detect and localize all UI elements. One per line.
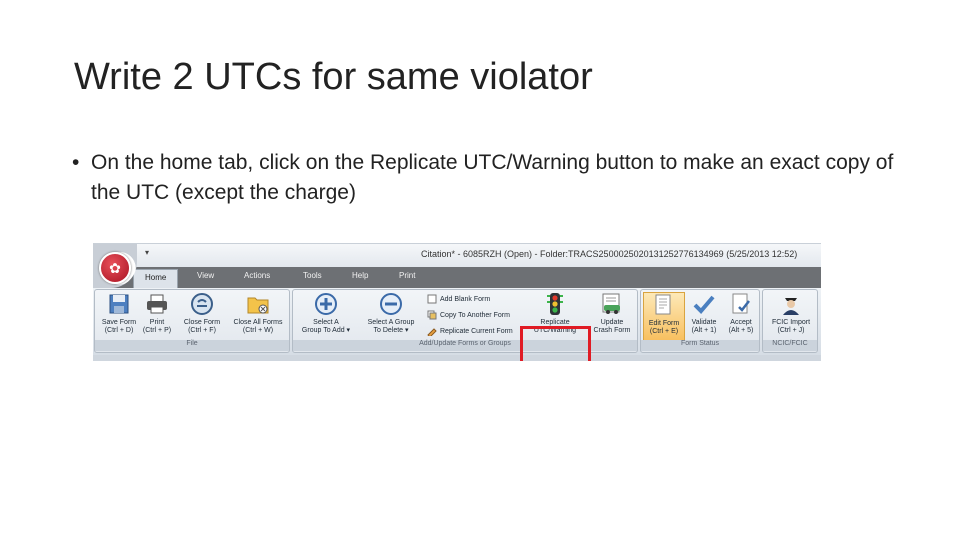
replicate-current-form-label: Replicate Current Form (440, 327, 513, 335)
replicate-label: Replicate (540, 319, 570, 326)
printer-icon (147, 294, 167, 314)
bullet-text: On the home tab, click on the Replicate … (91, 151, 894, 204)
accept-form-icon (732, 293, 750, 314)
validate-check-icon (693, 295, 715, 314)
update-crash-form-button[interactable]: Update Crash Form (587, 292, 637, 335)
close-form-button[interactable]: Close Form (Ctrl + F) (179, 292, 225, 335)
app-screenshot: ▾ Citation* - 6085RZH (Open) - Folder:TR… (93, 243, 821, 361)
fcic-import-shortcut: (Ctrl + J) (777, 327, 805, 334)
validate-shortcut: (Alt + 1) (691, 327, 717, 334)
blank-form-icon (427, 294, 437, 304)
save-form-label: Save Form (101, 319, 137, 326)
close-all-forms-shortcut: (Ctrl + W) (242, 327, 274, 334)
tab-view[interactable]: View (197, 271, 214, 280)
form-status-group-label: Form Status (641, 340, 759, 351)
replicate-current-form-button[interactable]: Replicate Current Form (427, 326, 513, 336)
tab-tools[interactable]: Tools (303, 271, 322, 280)
title-bar: ▾ Citation* - 6085RZH (Open) - Folder:TR… (93, 244, 821, 267)
add-circle-icon (315, 293, 337, 315)
update-sublabel: Crash Form (593, 327, 631, 334)
add-blank-form-button[interactable]: Add Blank Form (427, 294, 490, 304)
print-shortcut: (Ctrl + P) (142, 327, 172, 334)
bullet-marker: • (72, 151, 80, 174)
select-group-to-add-sublabel: Group To Add ▾ (301, 327, 351, 334)
close-all-forms-label: Close All Forms (233, 319, 283, 326)
officer-icon (783, 298, 799, 315)
select-group-to-add-button[interactable]: Select A Group To Add ▾ (295, 292, 357, 335)
accept-shortcut: (Alt + 5) (728, 327, 754, 334)
tab-print[interactable]: Print (399, 271, 415, 280)
update-label: Update (600, 319, 624, 326)
add-blank-form-label: Add Blank Form (440, 295, 491, 303)
status-strip (93, 355, 821, 361)
paw-logo-icon: ✿ (99, 252, 131, 284)
validate-label: Validate (691, 319, 717, 326)
save-icon (109, 294, 129, 314)
ribbon: Save Form (Ctrl + D) Print (Ctrl + P) Cl… (93, 288, 821, 361)
slide-title: Write 2 UTCs for same violator (74, 56, 593, 98)
fcic-import-button[interactable]: FCIC Import (Ctrl + J) (764, 292, 818, 335)
form-status-group: Edit Form (Ctrl + E) Validate (Alt + 1) … (640, 289, 760, 353)
print-label: Print (149, 319, 165, 326)
close-form-shortcut: (Ctrl + F) (188, 327, 216, 334)
close-form-icon (191, 293, 213, 315)
tab-actions[interactable]: Actions (244, 271, 270, 280)
save-form-button[interactable]: Save Form (Ctrl + D) (97, 292, 141, 335)
copy-to-another-form-button[interactable]: Copy To Another Form (427, 310, 510, 320)
close-form-label: Close Form (183, 319, 221, 326)
accept-label: Accept (730, 319, 752, 326)
copy-to-another-form-label: Copy To Another Form (440, 311, 510, 319)
validate-button[interactable]: Validate (Alt + 1) (685, 292, 723, 335)
traffic-light-icon (547, 293, 563, 315)
select-group-to-delete-button[interactable]: Select A Group To Delete ▾ (359, 292, 423, 335)
tab-help[interactable]: Help (352, 271, 368, 280)
edit-form-label: Edit Form (648, 320, 680, 327)
folder-close-icon (247, 297, 269, 314)
edit-form-shortcut: (Ctrl + E) (649, 328, 679, 335)
bullet-point: • On the home tab, click on the Replicat… (72, 148, 912, 208)
close-all-forms-button[interactable]: Close All Forms (Ctrl + W) (227, 292, 289, 335)
file-group: Save Form (Ctrl + D) Print (Ctrl + P) Cl… (94, 289, 290, 353)
save-form-shortcut: (Ctrl + D) (104, 327, 134, 334)
print-button[interactable]: Print (Ctrl + P) (139, 292, 175, 335)
ribbon-tab-bar: Home View Actions Tools Help Print (93, 267, 821, 288)
ncic-fcic-group-label: NCIC/FCIC (763, 340, 817, 351)
pencil-icon (427, 328, 437, 336)
select-group-to-delete-sublabel: To Delete ▾ (373, 327, 409, 334)
edit-form-button[interactable]: Edit Form (Ctrl + E) (643, 292, 685, 341)
file-group-label: File (95, 340, 289, 351)
ncic-fcic-group: FCIC Import (Ctrl + J) NCIC/FCIC (762, 289, 818, 353)
select-group-to-add-label: Select A (313, 319, 339, 326)
select-group-to-delete-label: Select A Group (367, 319, 415, 326)
fcic-import-label: FCIC Import (771, 319, 811, 326)
edit-form-icon (655, 294, 671, 315)
highlight-box (520, 326, 591, 361)
copy-form-icon (427, 310, 437, 320)
tab-home[interactable]: Home (133, 269, 179, 288)
crash-update-icon (602, 293, 620, 314)
window-title: Citation* - 6085RZH (Open) - Folder:TRAC… (421, 249, 798, 259)
quick-access-dropdown-icon[interactable]: ▾ (145, 248, 149, 257)
remove-circle-icon (380, 293, 402, 315)
accept-button[interactable]: Accept (Alt + 5) (723, 292, 759, 335)
